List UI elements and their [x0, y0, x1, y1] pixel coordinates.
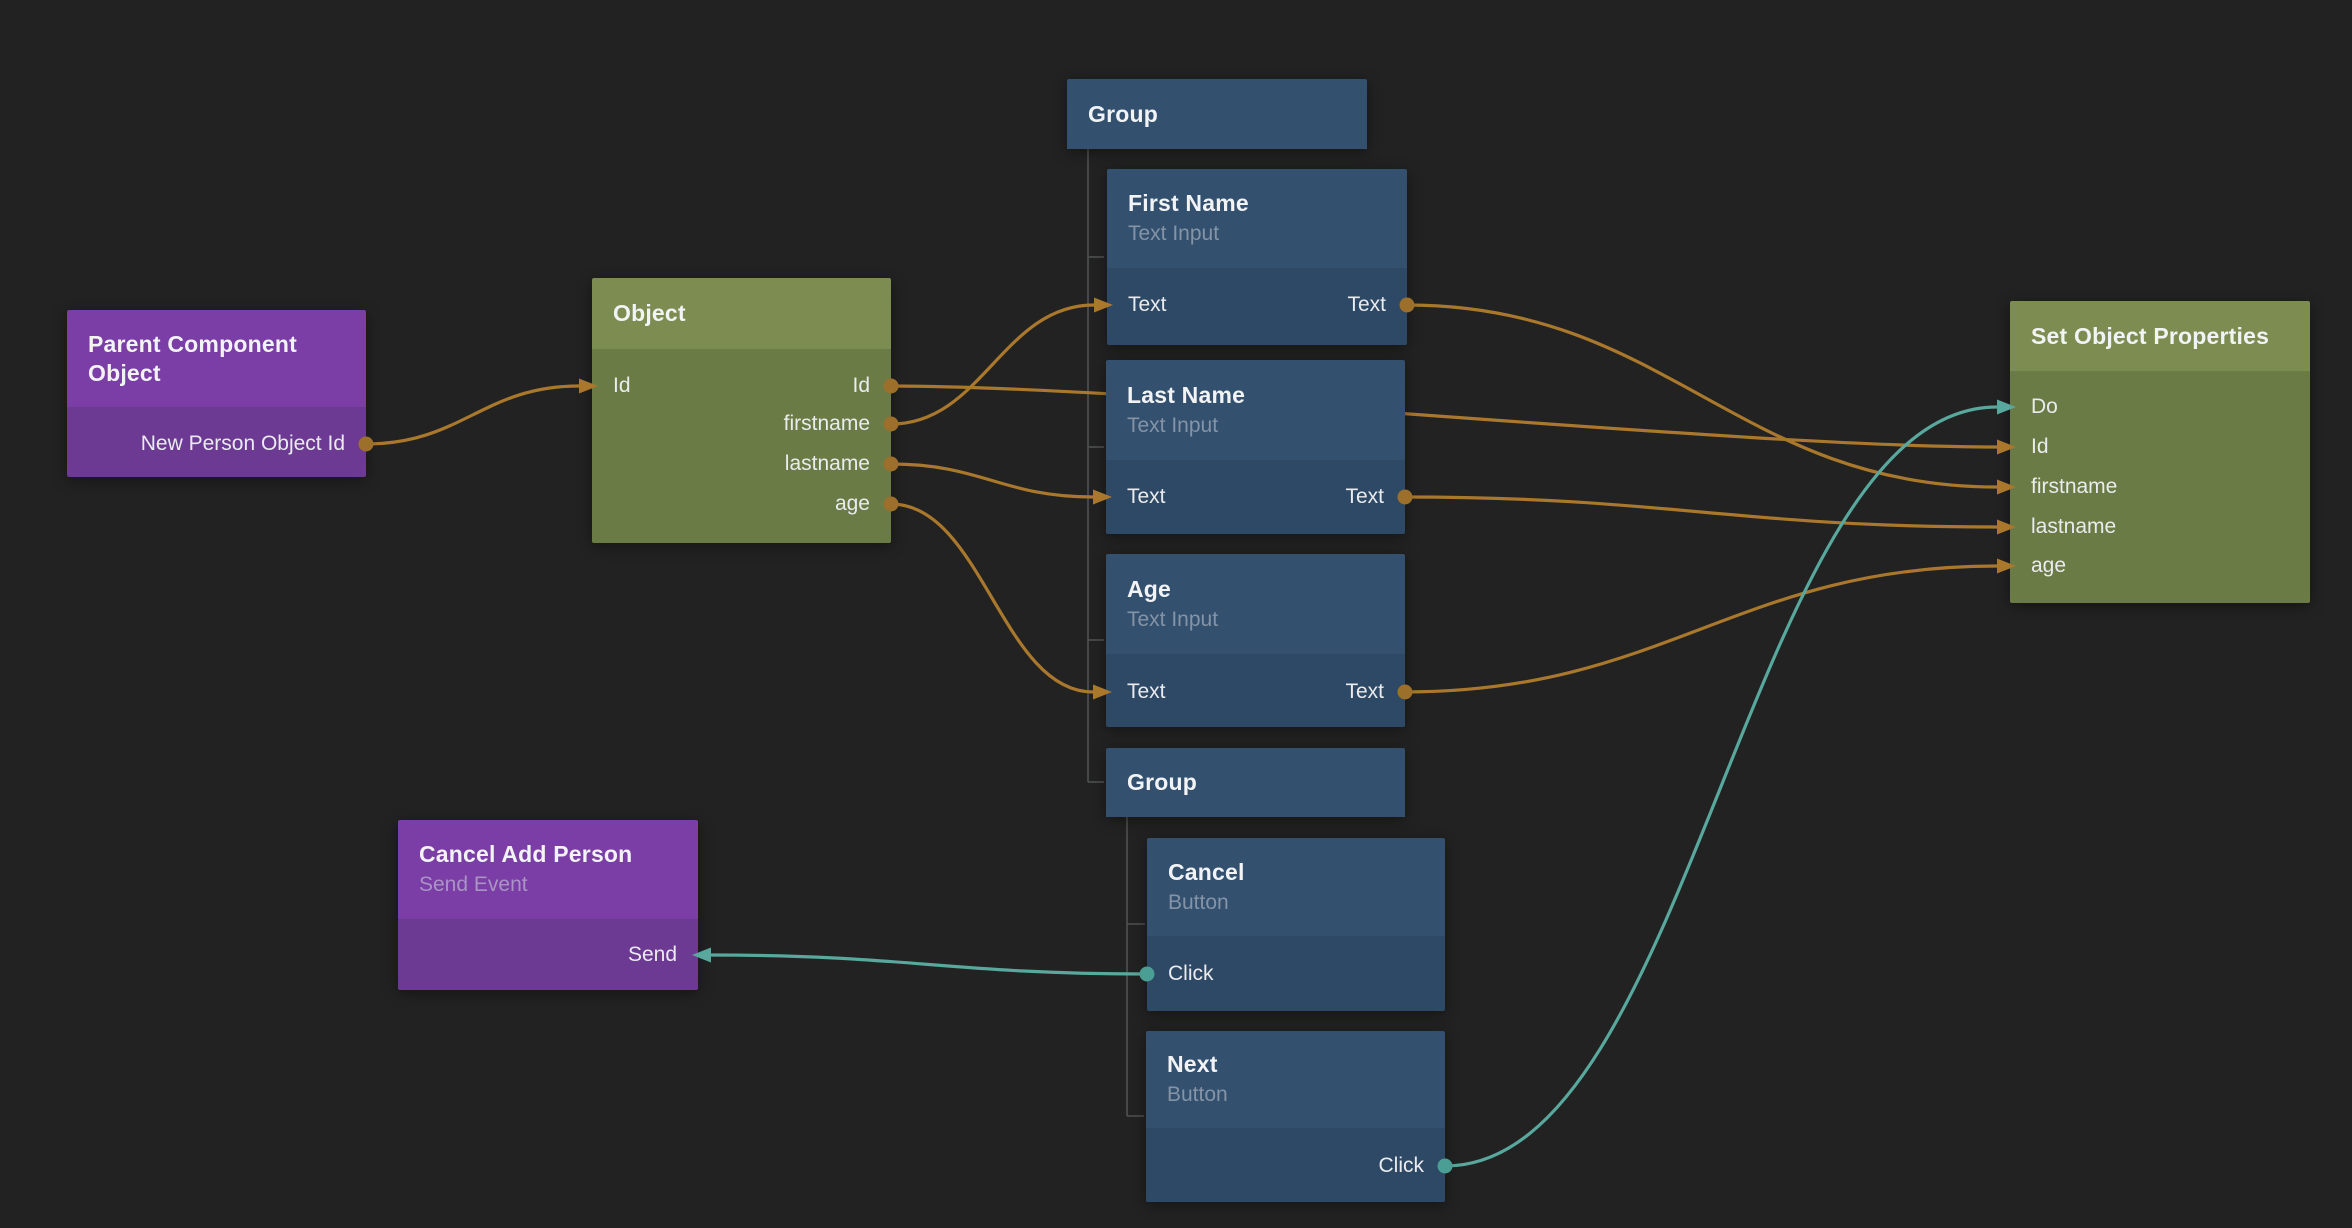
- wire-last-name-text-to-set-object-properties-lastname[interactable]: [1405, 497, 1997, 527]
- node-title: Parent Component Object: [88, 330, 352, 388]
- node-header: CancelButton: [1147, 838, 1445, 936]
- last-name-port-text-input[interactable]: Text: [1127, 485, 1166, 509]
- node-title: Group: [1088, 100, 1353, 129]
- cancel-add-person-port-send-input[interactable]: Send: [628, 943, 677, 967]
- node-title: Set Object Properties: [2031, 322, 2296, 351]
- node-title: Cancel Add Person: [419, 840, 684, 869]
- first-name-port-text-input[interactable]: Text: [1128, 293, 1167, 317]
- node-header: Cancel Add PersonSend Event: [398, 820, 698, 919]
- node-subtitle: Send Event: [419, 870, 684, 899]
- next-port-click-output[interactable]: Click: [1379, 1154, 1425, 1178]
- node-header: Group: [1106, 748, 1405, 817]
- node-first-name[interactable]: First NameText Input Text Text: [1107, 169, 1407, 345]
- wire-age-text-to-set-object-properties-age[interactable]: [1405, 566, 1997, 692]
- node-header: NextButton: [1146, 1031, 1445, 1128]
- age-port-text-output[interactable]: Text: [1345, 680, 1384, 704]
- node-header: First NameText Input: [1107, 169, 1407, 268]
- node-set-object-properties[interactable]: Set Object Properties Do Id firstname lastna…: [2010, 301, 2310, 603]
- node-cancel[interactable]: CancelButton Click: [1147, 838, 1445, 1011]
- age-port-text-input[interactable]: Text: [1127, 680, 1166, 704]
- node-header: AgeText Input: [1106, 554, 1405, 654]
- node-subtitle: Text Input: [1127, 605, 1391, 634]
- node-header: Set Object Properties: [2010, 301, 2310, 371]
- node-next[interactable]: NextButton Click: [1146, 1031, 1445, 1202]
- node-object[interactable]: Object Id Id firstname lastname age: [592, 278, 891, 543]
- set-object-properties-port-id-input[interactable]: Id: [2031, 435, 2049, 459]
- node-title: Object: [613, 299, 877, 328]
- node-title: Next: [1167, 1050, 1431, 1079]
- node-parent-component-object[interactable]: Parent Component Object New Person Object…: [67, 310, 366, 477]
- node-title: Age: [1127, 575, 1391, 604]
- parent-component-object-port-new-person-object-id-output[interactable]: New Person Object Id: [141, 432, 345, 456]
- object-port-age-output[interactable]: age: [835, 492, 870, 516]
- node-cancel-add-person[interactable]: Cancel Add PersonSend Event Send: [398, 820, 698, 990]
- object-port-lastname-output[interactable]: lastname: [785, 452, 870, 476]
- node-group-2[interactable]: Group: [1106, 748, 1405, 817]
- node-title: Last Name: [1127, 381, 1391, 410]
- object-port-firstname-output[interactable]: firstname: [784, 412, 870, 436]
- wire-object-id-to-set-object-properties-id[interactable]: [891, 386, 1997, 447]
- wire-first-name-text-to-set-object-properties-firstname[interactable]: [1407, 305, 1997, 487]
- node-title: First Name: [1128, 189, 1393, 218]
- set-object-properties-port-do-input[interactable]: Do: [2031, 395, 2058, 419]
- node-header: Parent Component Object: [67, 310, 366, 407]
- node-subtitle: Text Input: [1128, 219, 1393, 248]
- node-subtitle: Text Input: [1127, 411, 1391, 440]
- node-header: Object: [592, 278, 891, 349]
- object-port-id-input[interactable]: Id: [613, 374, 631, 398]
- node-age[interactable]: AgeText Input Text Text: [1106, 554, 1405, 727]
- set-object-properties-port-firstname-input[interactable]: firstname: [2031, 475, 2117, 499]
- last-name-port-text-output[interactable]: Text: [1345, 485, 1384, 509]
- first-name-port-text-output[interactable]: Text: [1347, 293, 1386, 317]
- node-header: Group: [1067, 79, 1367, 149]
- object-port-id-output[interactable]: Id: [852, 374, 870, 398]
- node-subtitle: Button: [1167, 1080, 1431, 1109]
- node-title: Cancel: [1168, 858, 1431, 887]
- node-group-1[interactable]: Group: [1067, 79, 1367, 149]
- node-last-name[interactable]: Last NameText Input Text Text: [1106, 360, 1405, 534]
- cancel-port-click-output[interactable]: Click: [1168, 962, 1214, 986]
- wire-cancel-click-to-cancel-add-person-send[interactable]: [711, 955, 1147, 974]
- set-object-properties-port-age-input[interactable]: age: [2031, 554, 2066, 578]
- wire-object-firstname-to-first-name-text[interactable]: [891, 305, 1094, 424]
- node-title: Group: [1127, 768, 1391, 797]
- node-subtitle: Button: [1168, 888, 1431, 917]
- node-header: Last NameText Input: [1106, 360, 1405, 460]
- wire-parent-component-object-new-person-object-id-to-object-id[interactable]: [366, 386, 579, 444]
- wire-next-click-to-set-object-properties-do[interactable]: [1445, 407, 1997, 1166]
- node-graph-canvas[interactable]: Parent Component Object New Person Object…: [0, 0, 2352, 1228]
- wire-object-lastname-to-last-name-text[interactable]: [891, 464, 1093, 497]
- wire-object-age-to-age-text[interactable]: [891, 504, 1093, 692]
- set-object-properties-port-lastname-input[interactable]: lastname: [2031, 515, 2116, 539]
